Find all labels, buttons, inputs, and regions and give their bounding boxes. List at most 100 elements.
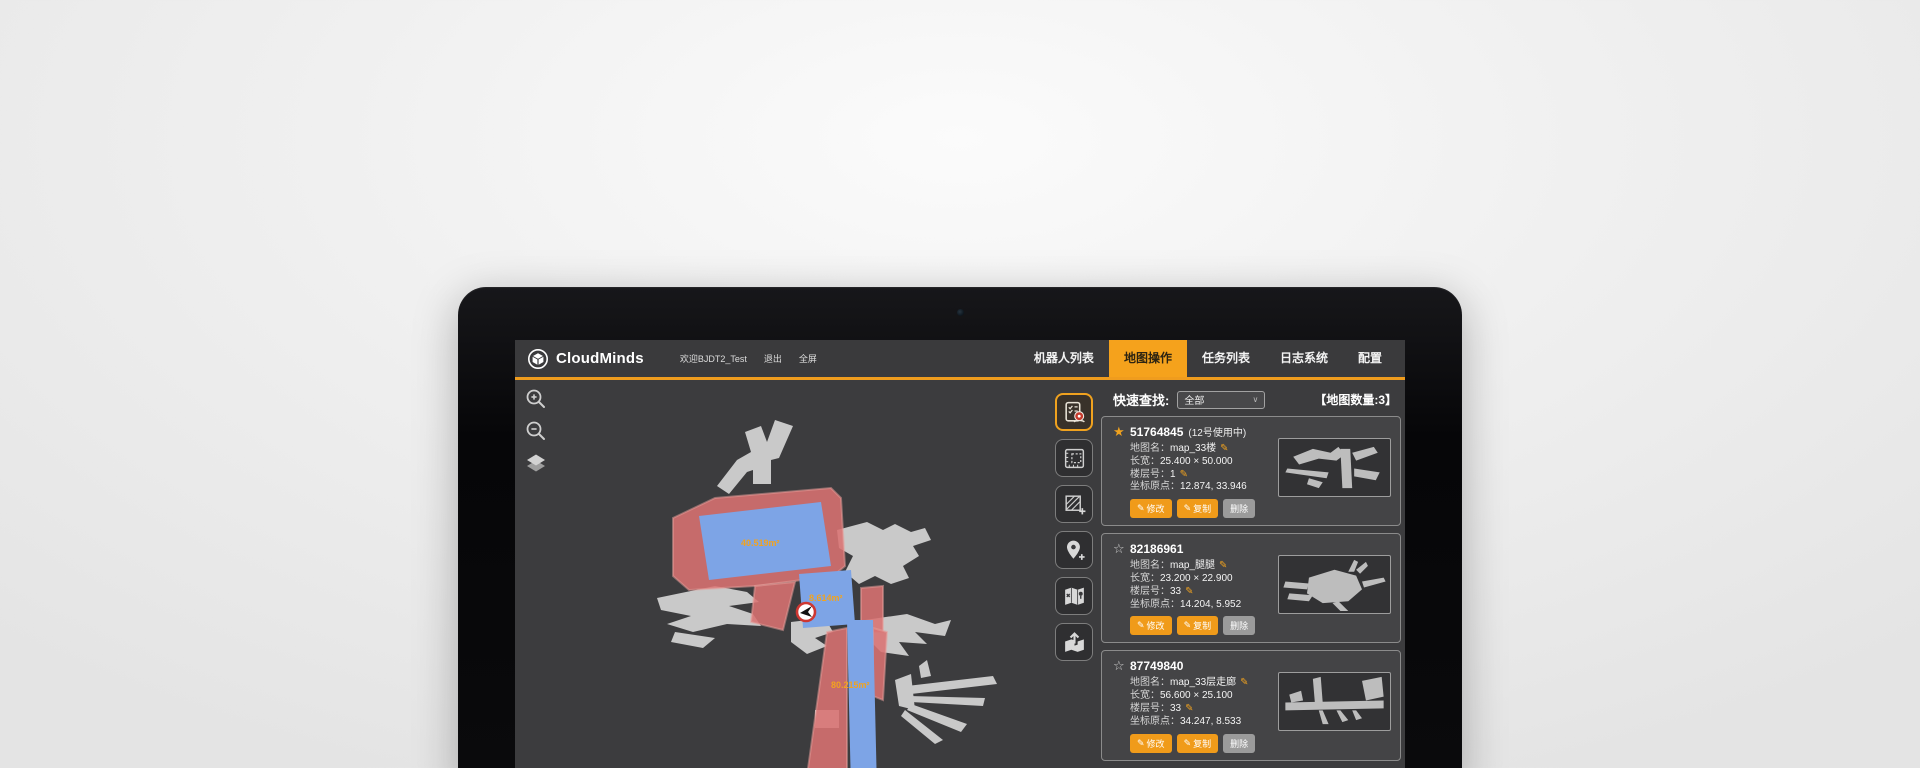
map-tool-rail: [1055, 393, 1093, 661]
add-forbidden-zone-button[interactable]: [1055, 485, 1093, 523]
page-background: CloudMinds 欢迎BJDT2_Test 退出 全屏 机器人列表 地图操作…: [0, 0, 1920, 768]
zoom-in-button[interactable]: [523, 386, 549, 412]
copy-pencil-icon: ✎: [1184, 503, 1192, 514]
floor-label: 楼层号：: [1130, 469, 1170, 480]
edit-pencil-icon[interactable]: ✎: [1185, 703, 1193, 714]
tab-configuration[interactable]: 配置: [1343, 340, 1397, 377]
delete-map-button[interactable]: 删除: [1223, 734, 1255, 753]
edit-map-button[interactable]: ✎修改: [1130, 734, 1172, 753]
map-name-label: 地图名：: [1130, 560, 1170, 571]
tab-robot-list[interactable]: 机器人列表: [1019, 340, 1109, 377]
map-card: ☆ 87749840 地图名：map_33层走廊✎ 长宽：56.600 × 25…: [1101, 650, 1401, 760]
edit-map-button[interactable]: ✎修改: [1130, 499, 1172, 518]
map-name-label: 地图名：: [1130, 443, 1170, 454]
edit-pencil-icon[interactable]: ✎: [1240, 677, 1248, 688]
copy-pencil-icon: ✎: [1184, 738, 1192, 749]
cloudminds-logo-icon: [527, 348, 549, 370]
map-thumbnail[interactable]: [1278, 555, 1391, 614]
nav-tabs: 机器人列表 地图操作 任务列表 日志系统 配置: [1019, 340, 1397, 377]
filter-dropdown[interactable]: 全部 ∨: [1177, 391, 1265, 409]
panel-header: 快速查找: 全部 ∨ 【地图数量:3】: [1099, 380, 1405, 416]
map-count-badge: 【地图数量:3】: [1314, 391, 1397, 408]
edit-pencil-icon[interactable]: ✎: [1185, 586, 1193, 597]
filter-selected-value: 全部: [1184, 392, 1204, 407]
brand: CloudMinds: [527, 348, 644, 370]
map-size-label: 长宽：: [1130, 456, 1160, 467]
delete-map-button[interactable]: 删除: [1223, 616, 1255, 635]
measure-region-button[interactable]: [1055, 439, 1093, 477]
task-point-list-icon: [1062, 400, 1087, 425]
floor-value: 33: [1170, 586, 1181, 597]
star-icon[interactable]: ☆: [1113, 658, 1130, 674]
map-size-value: 25.400 × 50.000: [1160, 456, 1233, 467]
edit-pencil-icon[interactable]: ✎: [1180, 469, 1188, 480]
map-markers-icon: [1062, 584, 1087, 609]
upload-map-icon: [1062, 630, 1087, 655]
map-name-value: map_腿腿: [1170, 560, 1215, 571]
map-name-value: map_33楼: [1170, 443, 1216, 454]
map-name-label: 地图名：: [1130, 677, 1170, 688]
map-canvas[interactable]: 40.519m² 8.614m² 80.215m²: [515, 380, 1055, 768]
edit-map-button[interactable]: ✎修改: [1130, 616, 1172, 635]
add-forbidden-zone-icon: [1062, 492, 1087, 517]
fullscreen-link[interactable]: 全屏: [799, 352, 817, 365]
delete-map-button[interactable]: 删除: [1223, 499, 1255, 518]
edit-pencil-icon: ✎: [1137, 620, 1145, 631]
origin-value: 34.247, 8.533: [1180, 716, 1241, 727]
zoom-out-icon: [524, 419, 548, 443]
edit-pencil-icon[interactable]: ✎: [1220, 443, 1228, 454]
map-wall-y-shape: [717, 420, 793, 494]
brand-name: CloudMinds: [556, 350, 644, 367]
map-list-panel: 快速查找: 全部 ∨ 【地图数量:3】 ★ 51764845 (12号使用中): [1099, 380, 1405, 768]
map-card: ★ 51764845 (12号使用中) 地图名：map_33楼 ✎ 长宽：25.4…: [1101, 416, 1401, 526]
map-size-value: 56.600 × 25.100: [1160, 690, 1233, 701]
star-icon[interactable]: ☆: [1113, 541, 1130, 557]
floor-label: 楼层号：: [1130, 703, 1170, 714]
logout-link[interactable]: 退出: [764, 352, 782, 365]
map-card: ☆ 82186961 地图名：map_腿腿✎ 长宽：23.200 × 22.90…: [1101, 533, 1401, 643]
add-poi-button[interactable]: [1055, 531, 1093, 569]
robot-position-marker[interactable]: [797, 603, 815, 621]
tab-map-operations[interactable]: 地图操作: [1109, 340, 1187, 377]
edit-pencil-icon[interactable]: ✎: [1219, 560, 1227, 571]
chevron-down-icon: ∨: [1252, 395, 1258, 404]
copy-map-button[interactable]: ✎复制: [1177, 734, 1219, 753]
tab-task-list[interactable]: 任务列表: [1187, 340, 1265, 377]
map-thumbnail[interactable]: [1278, 672, 1391, 731]
origin-label: 坐标原点：: [1130, 599, 1180, 610]
upload-map-button[interactable]: [1055, 623, 1093, 661]
edit-pencil-icon: ✎: [1137, 503, 1145, 514]
map-in-use-badge: (12号使用中): [1188, 424, 1246, 439]
task-point-list-button[interactable]: [1055, 393, 1093, 431]
zoom-out-button[interactable]: [523, 418, 549, 444]
edit-pencil-icon: ✎: [1137, 738, 1145, 749]
tab-log-system[interactable]: 日志系统: [1265, 340, 1343, 377]
map-id: 51764845: [1130, 425, 1183, 439]
layers-button[interactable]: [523, 450, 549, 476]
origin-value: 12.874, 33.946: [1180, 481, 1247, 492]
zoom-in-icon: [524, 387, 548, 411]
add-poi-icon: [1062, 538, 1087, 563]
main-content: 40.519m² 8.614m² 80.215m²: [515, 380, 1405, 768]
origin-label: 坐标原点：: [1130, 716, 1180, 727]
map-markers-button[interactable]: [1055, 577, 1093, 615]
map-name-value: map_33层走廊: [1170, 677, 1236, 688]
copy-map-button[interactable]: ✎复制: [1177, 499, 1219, 518]
copy-map-button[interactable]: ✎复制: [1177, 616, 1219, 635]
map-thumbnail-image: [1279, 439, 1390, 496]
copy-pencil-icon: ✎: [1184, 620, 1192, 631]
area-label-3: 80.215m²: [831, 680, 870, 690]
map-thumbnail-image: [1279, 556, 1390, 613]
map-corridor-zone: [847, 620, 877, 768]
origin-label: 坐标原点：: [1130, 481, 1180, 492]
map-size-label: 长宽：: [1130, 573, 1160, 584]
floor-value: 1: [1170, 469, 1176, 480]
app-screen: CloudMinds 欢迎BJDT2_Test 退出 全屏 机器人列表 地图操作…: [515, 340, 1405, 768]
measure-region-icon: [1062, 446, 1087, 471]
monitor-bezel: CloudMinds 欢迎BJDT2_Test 退出 全屏 机器人列表 地图操作…: [458, 287, 1462, 768]
origin-value: 14.204, 5.952: [1180, 599, 1241, 610]
star-icon[interactable]: ★: [1113, 424, 1130, 440]
area-label-2: 8.614m²: [809, 593, 843, 603]
quick-find-label: 快速查找:: [1113, 390, 1169, 409]
map-thumbnail[interactable]: [1278, 438, 1391, 497]
